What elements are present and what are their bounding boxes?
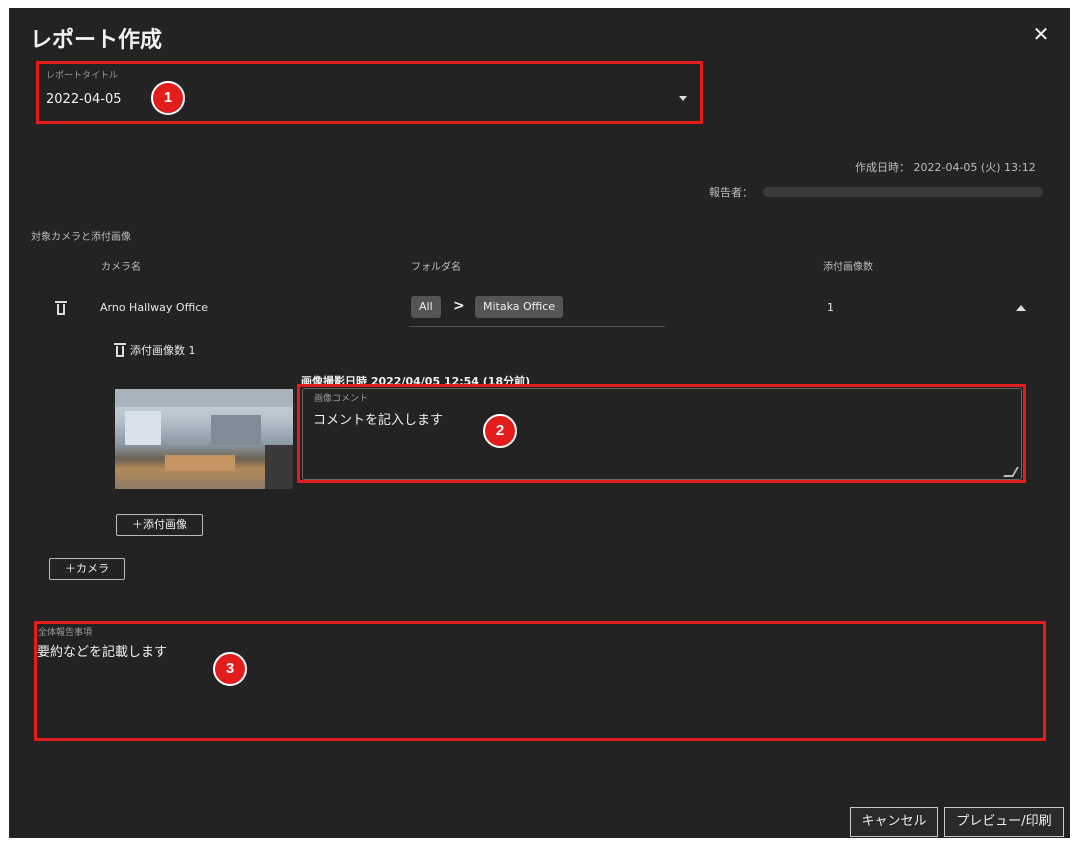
reporter-value	[763, 187, 1043, 197]
cancel-button[interactable]: キャンセル	[850, 807, 938, 837]
column-folder-name: フォルダ名	[411, 262, 461, 273]
folder-chip-all[interactable]: All	[411, 296, 441, 318]
attachment-count-label: 添付画像数 1	[130, 344, 196, 357]
created-value: 2022-04-05 (火) 13:12	[913, 161, 1036, 174]
attached-photo[interactable]	[115, 389, 293, 489]
folder-chip-mitaka[interactable]: Mitaka Office	[475, 296, 564, 318]
camera-section-heading: 対象カメラと添付画像	[31, 232, 131, 243]
folder-underline	[409, 326, 665, 327]
column-image-count: 添付画像数	[823, 262, 873, 273]
dialog-title: レポート作成	[30, 28, 163, 53]
annotation-badge-2: 2	[483, 414, 517, 448]
camera-name: Arno Hallway Office	[100, 301, 209, 314]
created-label: 作成日時：	[855, 161, 910, 174]
report-dialog: レポート作成 ✕ レポートタイトル 2022-04-05 1 作成日時： 202…	[9, 8, 1070, 838]
highlight-box-2	[297, 384, 1026, 483]
highlight-box-3	[34, 621, 1046, 741]
add-image-button[interactable]: ＋添付画像	[116, 514, 203, 536]
attachment-trash-icon[interactable]	[114, 343, 126, 357]
annotation-badge-3: 3	[213, 652, 247, 686]
annotation-badge-1: 1	[151, 81, 185, 115]
chevron-right-icon: >	[453, 298, 465, 314]
preview-print-button[interactable]: プレビュー/印刷	[944, 807, 1064, 837]
highlight-box-1	[36, 61, 703, 124]
trash-icon[interactable]	[55, 301, 67, 315]
created-at: 作成日時： 2022-04-05 (火) 13:12	[855, 159, 1036, 175]
close-icon[interactable]: ✕	[1029, 22, 1053, 46]
image-count-value: 1	[827, 301, 834, 314]
add-camera-button[interactable]: ＋カメラ	[49, 558, 125, 580]
reporter-label: 報告者：	[709, 186, 753, 199]
chevron-up-icon[interactable]	[1016, 305, 1026, 311]
column-camera-name: カメラ名	[101, 262, 141, 273]
